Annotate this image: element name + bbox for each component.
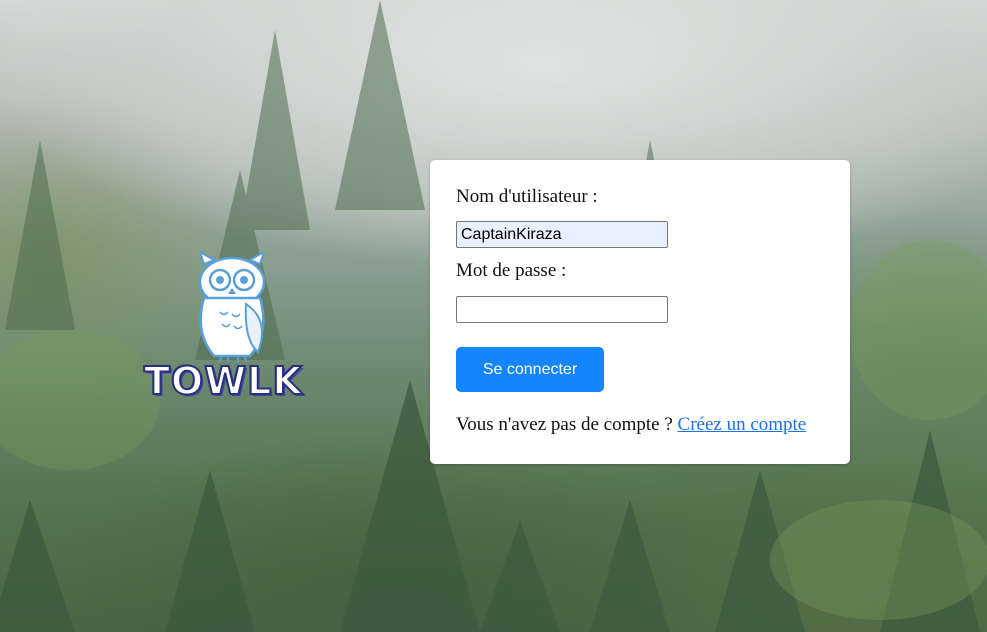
password-label: Mot de passe : <box>456 260 567 281</box>
username-input[interactable] <box>456 221 668 248</box>
owl-icon <box>198 252 266 363</box>
login-card: Nom d'utilisateur : Mot de passe : Se co… <box>430 160 850 464</box>
password-input[interactable] <box>456 296 668 323</box>
username-label: Nom d'utilisateur : <box>456 186 598 207</box>
signup-prompt-text: Vous n'avez pas de compte ? <box>456 414 673 435</box>
logo-wordmark: TOWLK <box>143 359 303 403</box>
create-account-link[interactable]: Créez un compte <box>678 414 807 435</box>
towlk-logo: TOWLK <box>142 252 332 404</box>
signup-prompt-row: Vous n'avez pas de compte ? Créez un com… <box>456 414 806 436</box>
login-button[interactable]: Se connecter <box>456 347 604 392</box>
